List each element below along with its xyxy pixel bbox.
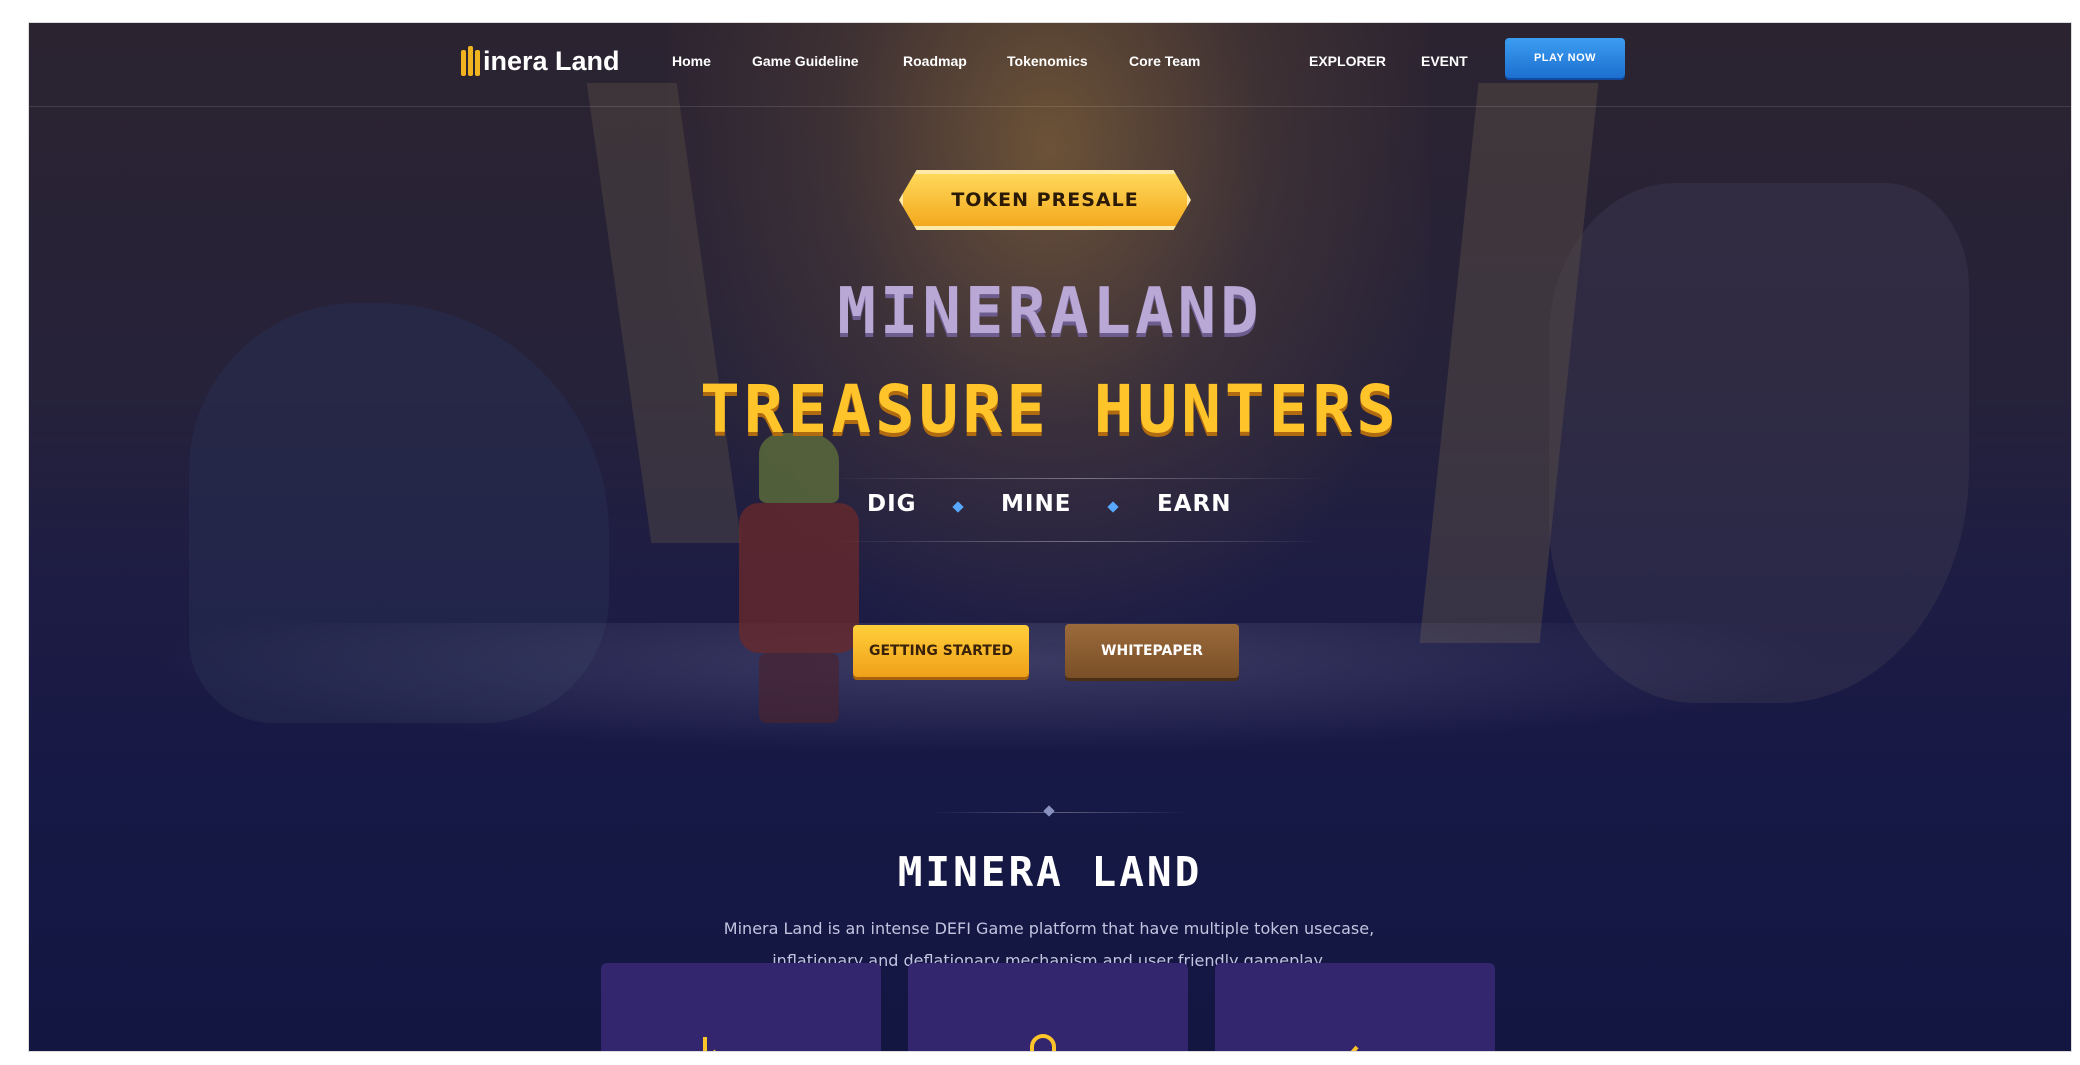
- nav-link-explorer[interactable]: EXPLORER: [1309, 53, 1386, 69]
- tagline-divider-bottom: [829, 541, 1329, 542]
- page-frame: inera Land Home Game Guideline Roadmap T…: [28, 22, 2072, 1052]
- token-presale-badge[interactable]: TOKEN PRESALE: [899, 170, 1191, 230]
- diamond-icon: [1043, 805, 1055, 817]
- chart-down-icon: [703, 1037, 716, 1051]
- logo-text: inera Land: [483, 45, 620, 76]
- nav-link-roadmap[interactable]: Roadmap: [903, 53, 967, 69]
- tagline-dig: DIG: [867, 491, 917, 517]
- feature-card-gameplay[interactable]: [1215, 963, 1495, 1051]
- nav-link-tokenomics[interactable]: Tokenomics: [1007, 53, 1088, 69]
- site-logo[interactable]: inera Land: [459, 41, 620, 81]
- logo-m-icon: [459, 46, 481, 76]
- feature-card-marketplace[interactable]: [908, 963, 1188, 1051]
- nav-link-home[interactable]: Home: [672, 53, 711, 69]
- nav-link-event[interactable]: EVENT: [1421, 53, 1468, 69]
- description-line: Minera Land is an intense DEFI Game plat…: [723, 919, 1375, 938]
- tagline-divider-top: [829, 478, 1329, 479]
- shopping-bag-icon: [1030, 1034, 1056, 1051]
- hero-title-line2: TREASURE HUNTERS: [700, 371, 1400, 448]
- top-navigation: inera Land Home Game Guideline Roadmap T…: [29, 23, 2071, 107]
- nav-link-game-guideline[interactable]: Game Guideline: [752, 53, 859, 69]
- feature-card-deflation[interactable]: [601, 963, 881, 1051]
- whitepaper-button[interactable]: WHITEPAPER: [1065, 624, 1239, 678]
- getting-started-button[interactable]: GETTING STARTED: [853, 625, 1029, 677]
- section-title: MINERA LAND: [897, 848, 1203, 896]
- tagline-earn: EARN: [1157, 491, 1232, 517]
- nav-link-core-team[interactable]: Core Team: [1129, 53, 1200, 69]
- hero-title-line1: MINERALAND: [837, 275, 1263, 349]
- tagline-mine: MINE: [1001, 491, 1072, 517]
- robot-icon: [1350, 1045, 1359, 1051]
- section-divider: [929, 812, 1189, 813]
- play-now-button[interactable]: PLAY NOW: [1505, 38, 1625, 78]
